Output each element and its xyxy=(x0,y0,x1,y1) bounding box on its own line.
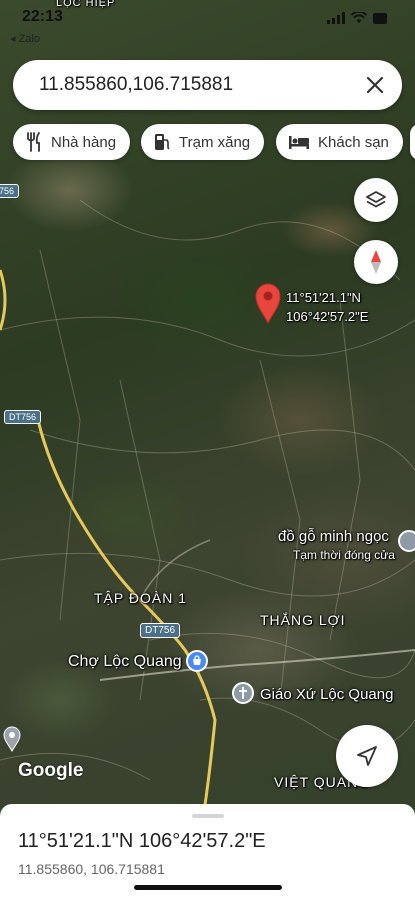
compass-icon xyxy=(371,250,381,274)
sheet-subtitle: 11.855860, 106.715881 xyxy=(18,861,165,877)
gas-station-icon xyxy=(155,134,170,150)
place-label-tap-doan: TẬP ĐOÀN 1 xyxy=(94,590,187,606)
navigation-arrow-icon xyxy=(357,746,377,766)
search-bar[interactable]: 11.855860,106.715881 xyxy=(13,60,402,110)
church-icon[interactable] xyxy=(232,682,254,704)
clear-search-button[interactable] xyxy=(362,72,388,98)
hotel-icon xyxy=(289,136,309,149)
google-logo: Google xyxy=(18,760,84,781)
compass-button[interactable] xyxy=(354,240,398,284)
status-icons xyxy=(327,12,387,24)
pin-latitude: 11°51'21.1"N xyxy=(286,290,361,305)
close-icon xyxy=(366,76,384,94)
location-pin-icon[interactable] xyxy=(254,282,282,325)
cellular-signal-icon xyxy=(327,12,345,24)
back-to-app-link[interactable]: ◂ Zalo xyxy=(10,32,40,45)
poi-pin-icon[interactable] xyxy=(2,726,22,753)
store-icon[interactable] xyxy=(398,530,415,552)
road-shield-dt756-top: 756 xyxy=(0,184,20,198)
poi-label-giao-xu[interactable]: Giáo Xứ Lộc Quang xyxy=(260,686,393,703)
poi-label-cho-loc-quang[interactable]: Chợ Lộc Quang xyxy=(68,653,182,671)
search-input[interactable]: 11.855860,106.715881 xyxy=(39,74,362,96)
pin-coordinates-label: 11°51'21.1"N 106°42'57.2"E xyxy=(286,288,368,326)
chip-restaurants-label: Nhà hàng xyxy=(51,133,117,151)
sheet-drag-handle[interactable] xyxy=(192,814,224,818)
market-icon[interactable] xyxy=(186,650,208,672)
pin-longitude: 106°42'57.2"E xyxy=(286,309,369,324)
chip-gas-stations[interactable]: Trạm xăng xyxy=(141,124,265,160)
road-shield-dt756-main: DT756 xyxy=(140,623,181,638)
my-location-button[interactable] xyxy=(336,725,398,787)
poi-label-do-go[interactable]: đồ gỗ minh ngọc xyxy=(278,528,389,545)
sheet-title: 11°51'21.1"N 106°42'57.2"E xyxy=(18,830,266,852)
battery-icon xyxy=(373,12,387,24)
chip-restaurants[interactable]: Nhà hàng xyxy=(13,124,131,160)
place-label-loc-hiep: LỘC HIỆP xyxy=(56,0,116,9)
home-indicator[interactable] xyxy=(134,885,282,890)
status-time: 22:13 xyxy=(22,8,63,25)
wifi-icon xyxy=(351,12,367,23)
chip-hotels-label: Khách sạn xyxy=(318,133,389,151)
road-shield-dt756-left: DT756 xyxy=(4,410,42,424)
layers-button[interactable] xyxy=(354,178,398,222)
place-label-thang-loi: THẮNG LỢI xyxy=(260,612,346,628)
restaurant-icon xyxy=(27,132,40,152)
chip-gas-stations-label: Trạm xăng xyxy=(179,133,251,151)
chip-hotels[interactable]: Khách sạn xyxy=(276,124,403,160)
poi-status-do-go: Tạm thời đóng cửa xyxy=(293,548,395,562)
chip-more[interactable] xyxy=(410,124,415,160)
layers-icon xyxy=(366,191,386,208)
